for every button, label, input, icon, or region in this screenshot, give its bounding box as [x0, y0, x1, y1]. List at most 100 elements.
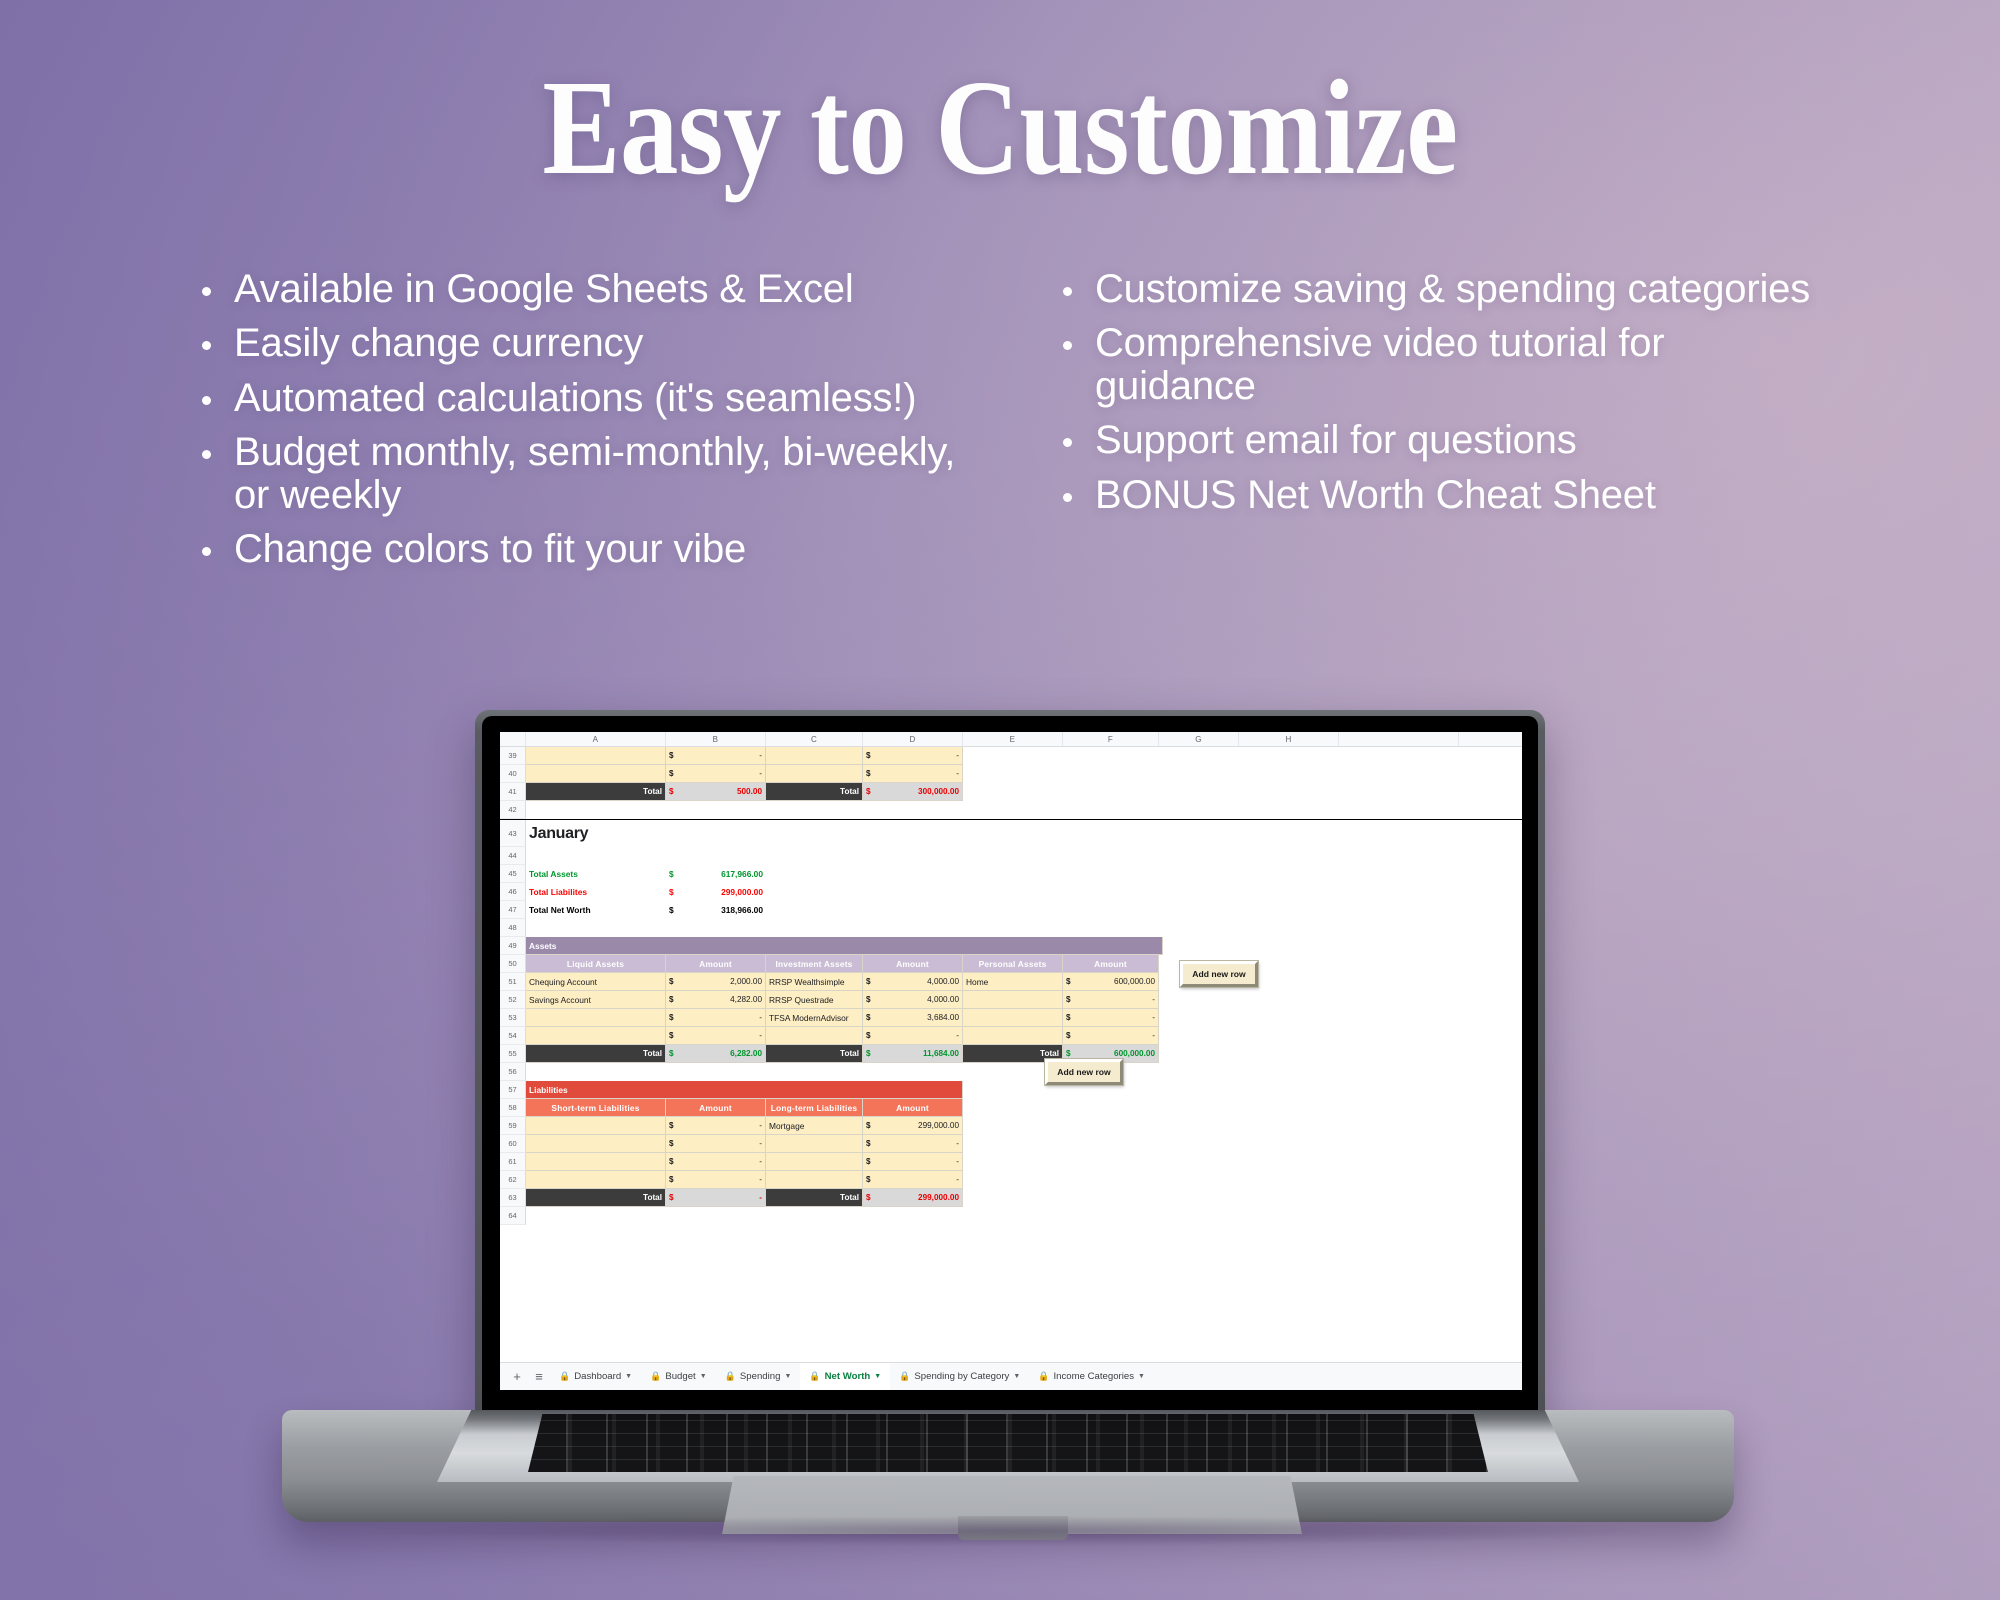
column-header-e[interactable]: E [963, 732, 1063, 746]
assets-header-amount-1[interactable]: Amount [666, 955, 766, 973]
cell-rest-49[interactable] [1163, 937, 1522, 955]
total-value-right[interactable]: $ 300,000.00 [863, 783, 963, 801]
assets-header-personal[interactable]: Personal Assets [963, 955, 1063, 973]
asset-investment-amount[interactable]: $4,000.00 [863, 991, 963, 1009]
assets-add-new-row-button[interactable]: Add new row [1179, 960, 1259, 988]
cell-rest-58[interactable] [963, 1099, 1522, 1117]
assets-total-investment[interactable]: $11,684.00 [863, 1045, 963, 1063]
assets-total-liquid[interactable]: $6,282.00 [666, 1045, 766, 1063]
chevron-down-icon[interactable]: ▼ [1138, 1373, 1145, 1380]
cell-rest-53[interactable] [1159, 1009, 1522, 1027]
chevron-down-icon[interactable]: ▼ [874, 1373, 881, 1380]
row-number[interactable]: 61 [500, 1153, 526, 1171]
asset-personal-name[interactable] [963, 1027, 1063, 1045]
column-header-c[interactable]: C [766, 732, 863, 746]
row-number[interactable]: 49 [500, 937, 526, 955]
cell-row42[interactable] [526, 801, 1522, 819]
cell-b39[interactable]: $ - [666, 747, 766, 765]
total-label-right[interactable]: Total [766, 783, 863, 801]
column-header-f[interactable]: F [1063, 732, 1159, 746]
assets-total-label-liquid[interactable]: Total [526, 1045, 666, 1063]
asset-investment-amount[interactable]: $3,684.00 [863, 1009, 963, 1027]
row-number[interactable]: 58 [500, 1099, 526, 1117]
row-number[interactable]: 45 [500, 865, 526, 883]
cell-a40[interactable] [526, 765, 666, 783]
cell-row64[interactable] [526, 1207, 1522, 1225]
asset-investment-name[interactable]: RRSP Questrade [766, 991, 863, 1009]
cell-rest-59[interactable] [963, 1117, 1522, 1135]
cell-e39[interactable] [963, 747, 1063, 765]
all-sheets-icon[interactable]: ≡ [528, 1369, 550, 1384]
cell-row48[interactable] [526, 919, 1522, 937]
sheet-tab-spending[interactable]: 🔒 Spending ▼ [716, 1363, 801, 1391]
cell-d39[interactable]: $ - [863, 747, 963, 765]
row-number[interactable]: 57 [500, 1081, 526, 1099]
cell-c40[interactable] [766, 765, 863, 783]
liabilities-header-amount-1[interactable]: Amount [666, 1099, 766, 1117]
cell-f39[interactable] [1063, 747, 1159, 765]
row-number[interactable]: 41 [500, 783, 526, 801]
row-number[interactable]: 44 [500, 847, 526, 865]
assets-header-amount-2[interactable]: Amount [863, 955, 963, 973]
row-number[interactable]: 47 [500, 901, 526, 919]
liability-short-amount[interactable]: $ - [666, 1153, 766, 1171]
cell-g40[interactable] [1159, 765, 1239, 783]
summary-label-total-liabilities[interactable]: Total Liabilites [526, 883, 666, 901]
column-header-h[interactable]: H [1239, 732, 1339, 746]
cell-rest-45[interactable] [766, 865, 1522, 883]
summary-label-total-assets[interactable]: Total Assets [526, 865, 666, 883]
cell-i41[interactable] [1339, 783, 1459, 801]
sheet-tab-net-worth[interactable]: 🔒 Net Worth ▼ [800, 1362, 891, 1390]
total-value-left[interactable]: $ 500.00 [666, 783, 766, 801]
asset-liquid-name[interactable] [526, 1027, 666, 1045]
asset-personal-amount[interactable]: $ - [1063, 1009, 1159, 1027]
cell-rest-63[interactable] [963, 1189, 1522, 1207]
liability-short-amount[interactable]: $ - [666, 1117, 766, 1135]
sheet-tab-spending-by-category[interactable]: 🔒 Spending by Category ▼ [890, 1363, 1029, 1391]
cell-f40[interactable] [1063, 765, 1159, 783]
assets-total-label-investment[interactable]: Total [766, 1045, 863, 1063]
row-number[interactable]: 56 [500, 1063, 526, 1081]
asset-investment-name[interactable]: TFSA ModernAdvisor [766, 1009, 863, 1027]
cell-rest-52[interactable] [1159, 991, 1522, 1009]
liability-long-name[interactable]: Mortgage [766, 1117, 863, 1135]
summary-label-net-worth[interactable]: Total Net Worth [526, 901, 666, 919]
cell-rest-61[interactable] [963, 1153, 1522, 1171]
asset-personal-name[interactable] [963, 1009, 1063, 1027]
sheet-tab-budget[interactable]: 🔒 Budget ▼ [641, 1363, 716, 1391]
assets-header-investment[interactable]: Investment Assets [766, 955, 863, 973]
asset-personal-name[interactable] [963, 991, 1063, 1009]
asset-liquid-name[interactable]: Chequing Account [526, 973, 666, 991]
liability-long-amount[interactable]: $ - [863, 1153, 963, 1171]
row-number[interactable]: 52 [500, 991, 526, 1009]
asset-liquid-amount[interactable]: $ - [666, 1027, 766, 1045]
total-label-left[interactable]: Total [526, 783, 666, 801]
liabilities-header-long[interactable]: Long-term Liabilities [766, 1099, 863, 1117]
row-number[interactable]: 50 [500, 955, 526, 973]
row-number[interactable]: 64 [500, 1207, 526, 1225]
cell-d40[interactable]: $ - [863, 765, 963, 783]
liability-long-amount[interactable]: $ - [863, 1171, 963, 1189]
liability-short-name[interactable] [526, 1135, 666, 1153]
cell-e40[interactable] [963, 765, 1063, 783]
row-number[interactable]: 59 [500, 1117, 526, 1135]
summary-value-total-liabilities[interactable]: $ 299,000.00 [666, 883, 766, 901]
chevron-down-icon[interactable]: ▼ [700, 1373, 707, 1380]
row-number[interactable]: 40 [500, 765, 526, 783]
row-number[interactable]: 46 [500, 883, 526, 901]
liabilities-header-short[interactable]: Short-term Liabilities [526, 1099, 666, 1117]
row-number[interactable]: 39 [500, 747, 526, 765]
asset-personal-amount[interactable]: $600,000.00 [1063, 973, 1159, 991]
column-header-i[interactable] [1339, 732, 1459, 746]
asset-investment-amount[interactable]: $ - [863, 1027, 963, 1045]
liability-long-amount[interactable]: $ - [863, 1135, 963, 1153]
asset-liquid-name[interactable] [526, 1009, 666, 1027]
cell-rest-55[interactable] [1159, 1045, 1522, 1063]
cell-h41[interactable] [1239, 783, 1339, 801]
row-number[interactable]: 54 [500, 1027, 526, 1045]
column-header-d[interactable]: D [863, 732, 963, 746]
cell-h39[interactable] [1239, 747, 1339, 765]
row-number[interactable]: 60 [500, 1135, 526, 1153]
month-title[interactable]: January [526, 820, 1522, 847]
liabilities-total-short[interactable]: $ - [666, 1189, 766, 1207]
